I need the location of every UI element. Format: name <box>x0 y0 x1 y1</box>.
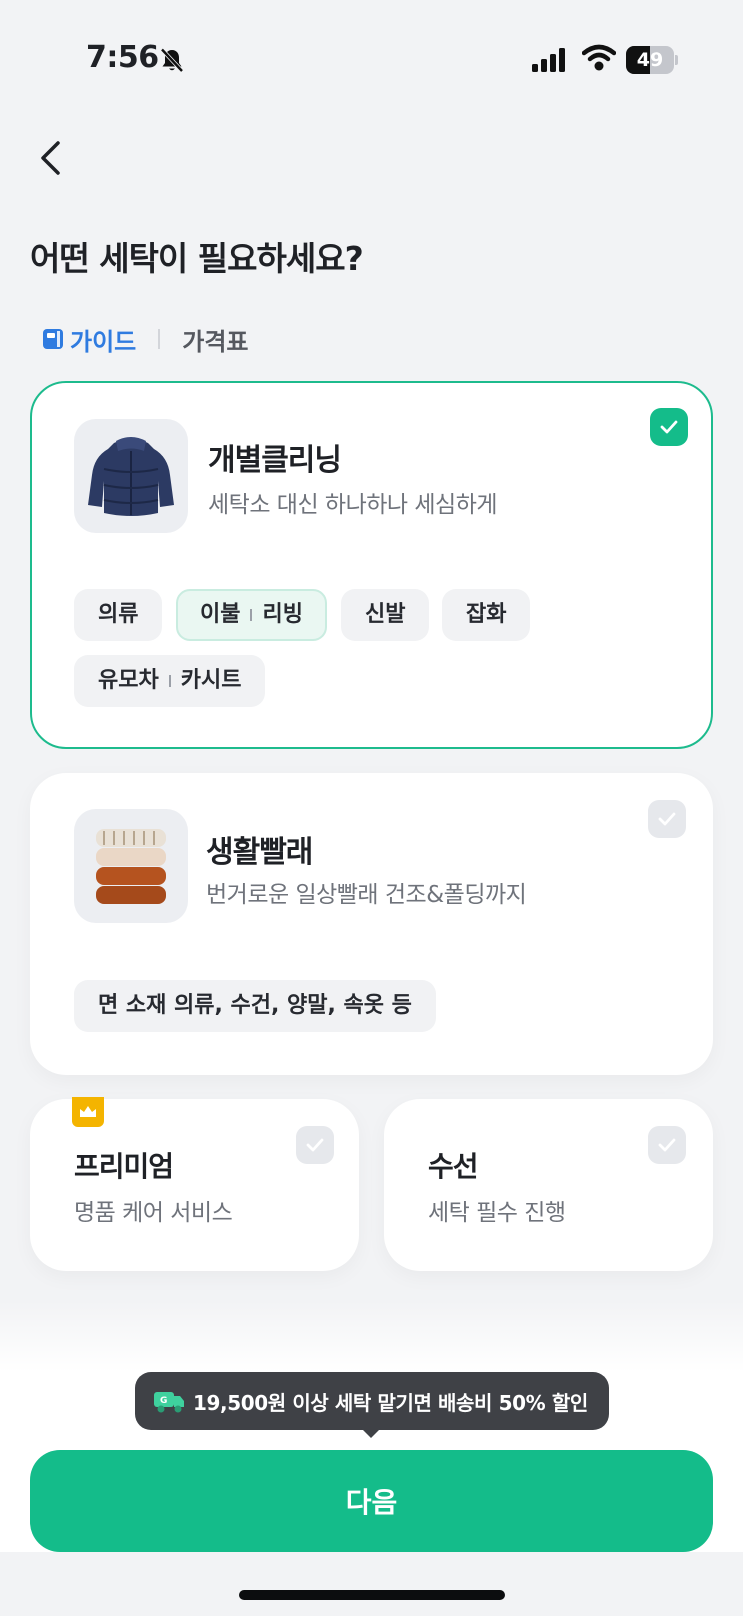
promo-text: 19,500원 이상 세탁 맡기면 배송비 50% 할인 <box>193 1390 588 1415</box>
service-title: 개별클리닝 <box>208 443 342 478</box>
service-description: 명품 케어 서비스 <box>74 1200 233 1226</box>
divider <box>158 329 161 349</box>
battery-level-text: 49 <box>636 49 664 71</box>
service-title: 프리미엄 <box>74 1150 174 1183</box>
crown-icon <box>72 1097 104 1127</box>
service-title: 수선 <box>428 1150 479 1183</box>
status-bar: 7:56 49 <box>0 0 743 120</box>
chip-label-left: 이불 <box>200 602 241 627</box>
battery-icon: 49 <box>626 46 678 74</box>
guide-links: 가이드 가격표 <box>42 322 249 356</box>
category-chip-clothing[interactable]: 의류 <box>74 589 163 641</box>
chip-label-right: 리빙 <box>262 602 303 627</box>
puffer-jacket-image <box>74 419 188 533</box>
unselected-checkbox[interactable] <box>296 1126 334 1164</box>
laundry-items-chip: 면 소재 의류, 수건, 양말, 속옷 등 <box>74 980 436 1032</box>
guide-link[interactable]: 가이드 <box>42 322 136 357</box>
next-button[interactable]: 다음 <box>30 1450 713 1552</box>
service-description: 세탁 필수 진행 <box>428 1200 566 1226</box>
category-chip-bedding-living[interactable]: 이불 리빙 <box>176 589 327 641</box>
promo-tooltip: G 19,500원 이상 세탁 맡기면 배송비 50% 할인 <box>135 1372 609 1430</box>
service-description: 번거로운 일상빨래 건조&폴딩까지 <box>206 882 527 908</box>
back-button[interactable] <box>30 136 74 180</box>
wifi-icon <box>582 44 616 71</box>
service-title: 생활빨래 <box>206 835 313 870</box>
service-description: 세탁소 대신 하나하나 세심하게 <box>208 492 498 518</box>
price-table-link[interactable]: 가격표 <box>182 322 248 357</box>
check-icon <box>658 1138 676 1152</box>
folded-towels-image <box>74 809 188 923</box>
chevron-left-icon <box>41 141 60 175</box>
status-time: 7:56 <box>86 40 159 75</box>
service-card-individual-cleaning[interactable]: 개별클리닝 세탁소 대신 하나하나 세심하게 의류 이불 리빙 신발 잡화 유모차… <box>30 381 713 749</box>
unselected-checkbox[interactable] <box>648 1126 686 1164</box>
home-indicator <box>239 1590 505 1600</box>
category-chip-shoes[interactable]: 신발 <box>341 589 430 641</box>
tooltip-arrow <box>361 1428 381 1438</box>
chip-label-left: 유모차 <box>98 668 159 693</box>
service-card-repair[interactable]: 수선 세탁 필수 진행 <box>384 1099 713 1271</box>
page-title: 어떤 세탁이 필요하세요? <box>30 239 364 278</box>
chip-label-right: 카시트 <box>180 668 242 693</box>
bell-muted-icon <box>160 48 184 73</box>
check-icon <box>306 1138 324 1152</box>
selected-checkbox[interactable] <box>650 408 688 446</box>
cellular-signal-icon <box>532 48 565 72</box>
check-icon <box>658 812 676 826</box>
delivery-truck-icon: G <box>154 1392 184 1413</box>
category-chip-stroller-carseat[interactable]: 유모차 카시트 <box>74 655 266 707</box>
check-icon <box>660 420 678 434</box>
unselected-checkbox[interactable] <box>648 800 686 838</box>
service-card-premium[interactable]: 프리미엄 명품 케어 서비스 <box>30 1097 359 1271</box>
svg-text:G: G <box>160 1396 167 1406</box>
category-chip-goods[interactable]: 잡화 <box>442 589 531 641</box>
book-icon <box>43 329 63 349</box>
guide-link-label: 가이드 <box>70 327 137 356</box>
bottom-fade <box>0 1300 743 1372</box>
service-card-daily-laundry[interactable]: 생활빨래 번거로운 일상빨래 건조&폴딩까지 면 소재 의류, 수건, 양말, … <box>30 773 713 1075</box>
